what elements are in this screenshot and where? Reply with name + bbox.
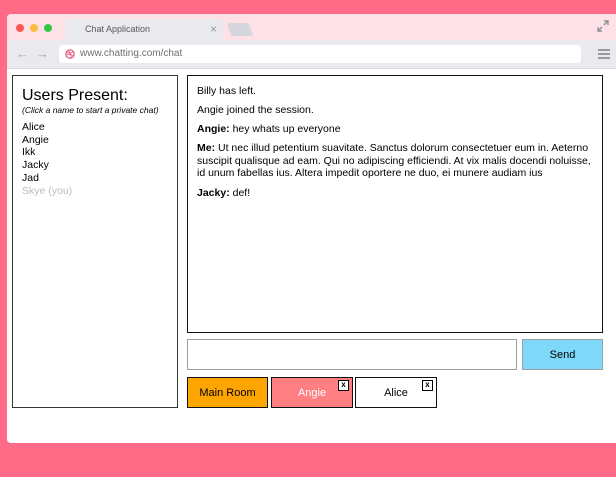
user-item-alice[interactable]: Alice (22, 121, 72, 134)
message-text: Billy has left. (197, 85, 256, 97)
tab-bar: Chat Application × (7, 14, 616, 40)
expand-icon[interactable] (596, 19, 610, 33)
tab-angie[interactable]: Angie x (271, 377, 353, 408)
tab-main-room[interactable]: Main Room (187, 377, 268, 408)
message-author: Jacky: (197, 186, 230, 199)
tab-alice[interactable]: Alice x (355, 377, 437, 408)
user-list: Alice Angie Ikk Jacky Jad Skye (you) (22, 121, 72, 197)
tab-alice-label: Alice (384, 386, 408, 399)
tab-angie-label: Angie (297, 386, 327, 399)
message-text: hey whats up everyone (229, 123, 341, 136)
close-icon[interactable]: x (338, 380, 349, 391)
message-item: Angie: hey whats up everyone (197, 123, 594, 136)
browser-tab-title: Chat Application (85, 24, 151, 34)
users-hint: (Click a name to start a private chat) (22, 105, 159, 115)
message-item: Jacky: def! (197, 187, 594, 200)
message-author: Angie: (197, 123, 230, 136)
forward-arrow-icon[interactable]: → (36, 47, 49, 61)
maximize-window-button[interactable] (44, 24, 52, 32)
user-item-ikk[interactable]: Ikk (22, 146, 72, 159)
user-item-angie[interactable]: Angie (22, 134, 72, 147)
browser-toolbar: ← → www.chatting.com/chat (7, 40, 616, 69)
message-author: Me: (197, 142, 216, 155)
users-title: Users Present: (22, 87, 128, 104)
menu-icon[interactable] (598, 49, 610, 59)
message-input[interactable] (187, 339, 517, 370)
message-text: Angie joined the session. (197, 104, 314, 117)
chat-page: Users Present: (Click a name to start a … (7, 69, 616, 443)
tab-main-room-label: Main Room (199, 386, 256, 399)
dribbble-icon (65, 49, 75, 59)
message-log: Billy has left. Angie joined the session… (187, 75, 603, 333)
user-item-self: Skye (you) (22, 184, 73, 197)
message-text: def! (229, 186, 251, 199)
message-item: Billy has left. (197, 85, 594, 98)
user-item-jad[interactable]: Jad (22, 172, 72, 185)
message-item: Me: Ut nec illud petentium suavitate. Sa… (197, 142, 594, 180)
message-item: Angie joined the session. (197, 104, 594, 117)
users-panel: Users Present: (Click a name to start a … (12, 75, 178, 408)
user-item-jacky[interactable]: Jacky (22, 159, 72, 172)
message-text: Ut nec illud petentium suavitate. Sanctu… (197, 142, 591, 180)
address-bar[interactable]: www.chatting.com/chat (59, 45, 581, 63)
send-button[interactable]: Send (522, 339, 603, 370)
url-text: www.chatting.com/chat (80, 48, 183, 59)
minimize-window-button[interactable] (30, 24, 38, 32)
close-window-button[interactable] (16, 24, 24, 32)
browser-window: Chat Application × ← → www.chatting.com/… (7, 14, 616, 443)
new-tab-button[interactable] (226, 23, 254, 36)
browser-tab-active[interactable]: Chat Application × (65, 19, 223, 40)
close-icon[interactable]: x (422, 380, 433, 391)
tab-close-icon[interactable]: × (210, 22, 217, 36)
back-arrow-icon[interactable]: ← (16, 47, 29, 61)
